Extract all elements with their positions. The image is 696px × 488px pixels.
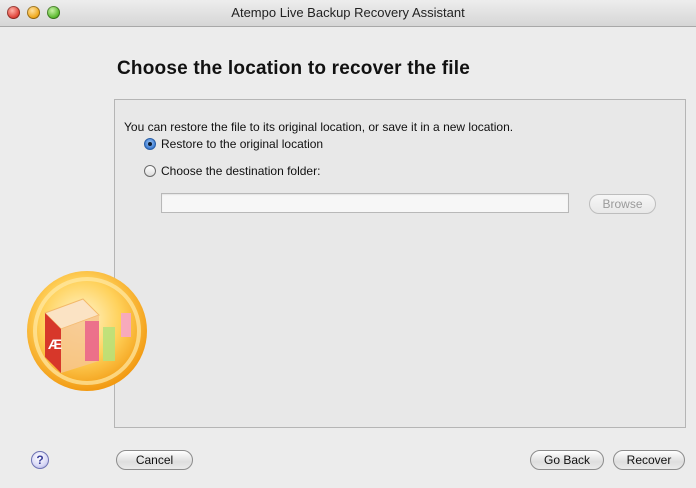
- atempo-logo-icon: Æ: [27, 271, 147, 391]
- choose-destination-radio[interactable]: [144, 165, 156, 177]
- recover-button[interactable]: Recover: [613, 450, 685, 470]
- restore-original-label: Restore to the original location: [161, 137, 324, 151]
- help-button[interactable]: ?: [31, 451, 49, 469]
- restore-original-option[interactable]: Restore to the original location: [144, 136, 323, 152]
- restore-original-radio[interactable]: [144, 138, 156, 150]
- choose-destination-label: Choose the destination folder:: [161, 164, 321, 178]
- cancel-button[interactable]: Cancel: [116, 450, 193, 470]
- window-title: Atempo Live Backup Recovery Assistant: [231, 5, 465, 20]
- assistant-window: Atempo Live Backup Recovery Assistant Ch…: [0, 0, 696, 488]
- title-bar[interactable]: Atempo Live Backup Recovery Assistant: [0, 0, 696, 27]
- choose-destination-option[interactable]: Choose the destination folder:: [144, 163, 320, 179]
- intro-text: You can restore the file to its original…: [124, 120, 514, 134]
- destination-path-field[interactable]: [161, 193, 569, 213]
- go-back-button[interactable]: Go Back: [530, 450, 604, 470]
- browse-button[interactable]: Browse: [589, 194, 656, 214]
- svg-text:Æ: Æ: [48, 336, 62, 352]
- page-heading: Choose the location to recover the file: [117, 58, 471, 79]
